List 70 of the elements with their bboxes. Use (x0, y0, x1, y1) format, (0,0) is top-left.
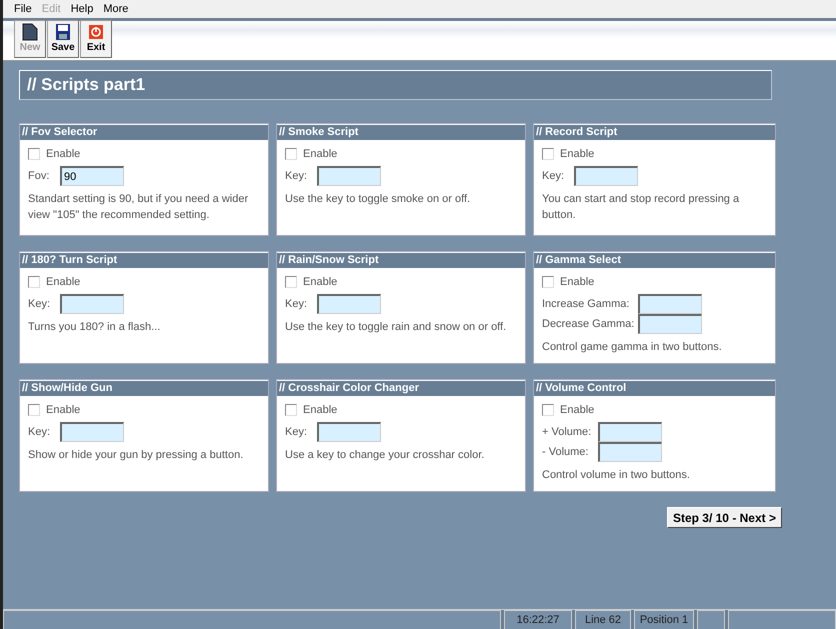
toolbar-button[interactable]: Save (47, 20, 79, 58)
key-field[interactable]: 90 (60, 166, 124, 186)
enable-checkbox[interactable] (28, 148, 40, 160)
enable-checkbox[interactable] (28, 276, 40, 288)
checkbox-label: Enable (46, 148, 80, 160)
checkbox-label: Enable (560, 148, 594, 160)
key-field[interactable] (598, 422, 662, 442)
field-label: Key: (28, 426, 52, 438)
panel-description: Turns you 180? in a flash... (28, 320, 162, 335)
checkbox-label: Enable (560, 276, 594, 288)
document-icon (22, 23, 38, 41)
panel-title: // Volume Control (534, 380, 775, 396)
status-text: Line 62 (575, 610, 631, 629)
toolbar-button[interactable]: Exit (80, 20, 112, 58)
panel-description: Standart setting is 90, but if you need a wider view "105" the recommended setting. (28, 192, 250, 223)
key-field[interactable] (60, 294, 124, 314)
panel-title: // Smoke Script (277, 124, 525, 140)
enable-checkbox[interactable] (542, 404, 554, 416)
panel-description: Show or hide your gun by pressing a button. (28, 448, 244, 463)
checkbox-label: Enable (46, 276, 80, 288)
panel-title: // 180? Turn Script (20, 252, 268, 268)
key-field[interactable] (598, 442, 662, 462)
status-text: 16:22:27 (504, 610, 572, 629)
field-label: - Volume: (542, 446, 590, 458)
menu-item[interactable]: Help (66, 3, 98, 15)
key-field[interactable] (574, 166, 638, 186)
checkbox-label: Enable (303, 276, 338, 288)
field-label: Fov: (28, 170, 50, 182)
key-field[interactable] (317, 294, 381, 314)
checkbox-label: Enable (46, 404, 80, 416)
checkbox-label: Enable (303, 148, 338, 160)
panel-description: Use a key to change your crosshar color. (285, 448, 486, 463)
panel-description: Control volume in two buttons. (542, 468, 691, 483)
panel-description: Use the key to toggle rain and snow on or off. (285, 320, 508, 335)
field-label: Key: (542, 170, 566, 182)
field-label: Key: (285, 426, 308, 438)
enable-checkbox[interactable] (542, 276, 554, 288)
key-field[interactable] (638, 314, 702, 334)
panel-title: // Show/Hide Gun (20, 380, 268, 396)
page-title: // Scripts part1 (19, 70, 772, 100)
panel-description: Use the key to toggle smoke on or off. (285, 192, 472, 207)
key-field[interactable] (60, 422, 124, 442)
status-text: Position 1 (634, 610, 694, 629)
field-label: Key: (28, 298, 52, 310)
panel-description: You can start and stop record pressing a button. (542, 192, 740, 223)
enable-checkbox[interactable] (285, 404, 297, 416)
panel-title: // Record Script (534, 124, 775, 140)
panel-title: // Fov Selector (20, 124, 268, 140)
key-field[interactable] (317, 166, 381, 186)
enable-checkbox[interactable] (28, 404, 40, 416)
key-field[interactable] (638, 294, 702, 314)
key-field[interactable] (317, 422, 381, 442)
power-icon (88, 23, 104, 41)
menu-item[interactable]: More (98, 3, 134, 15)
field-label: Key: (285, 298, 308, 310)
panel-title: // Crosshair Color Changer (277, 380, 525, 396)
checkbox-label: Enable (303, 404, 338, 416)
panel-title: // Gamma Select (534, 252, 775, 268)
panel-title: // Rain/Snow Script (277, 252, 525, 268)
field-label: Increase Gamma: (542, 298, 630, 310)
field-label: Decrease Gamma: (542, 318, 636, 330)
enable-checkbox[interactable] (285, 148, 297, 160)
next-button[interactable]: Step 3/ 10 - Next > (666, 507, 782, 528)
enable-checkbox[interactable] (542, 148, 554, 160)
menu-item[interactable]: File (9, 3, 37, 15)
field-label: + Volume: (542, 426, 592, 438)
field-label: Key: (285, 170, 308, 182)
enable-checkbox[interactable] (285, 276, 297, 288)
panel-description: Control game gamma in two buttons. (542, 340, 723, 355)
checkbox-label: Enable (560, 404, 594, 416)
